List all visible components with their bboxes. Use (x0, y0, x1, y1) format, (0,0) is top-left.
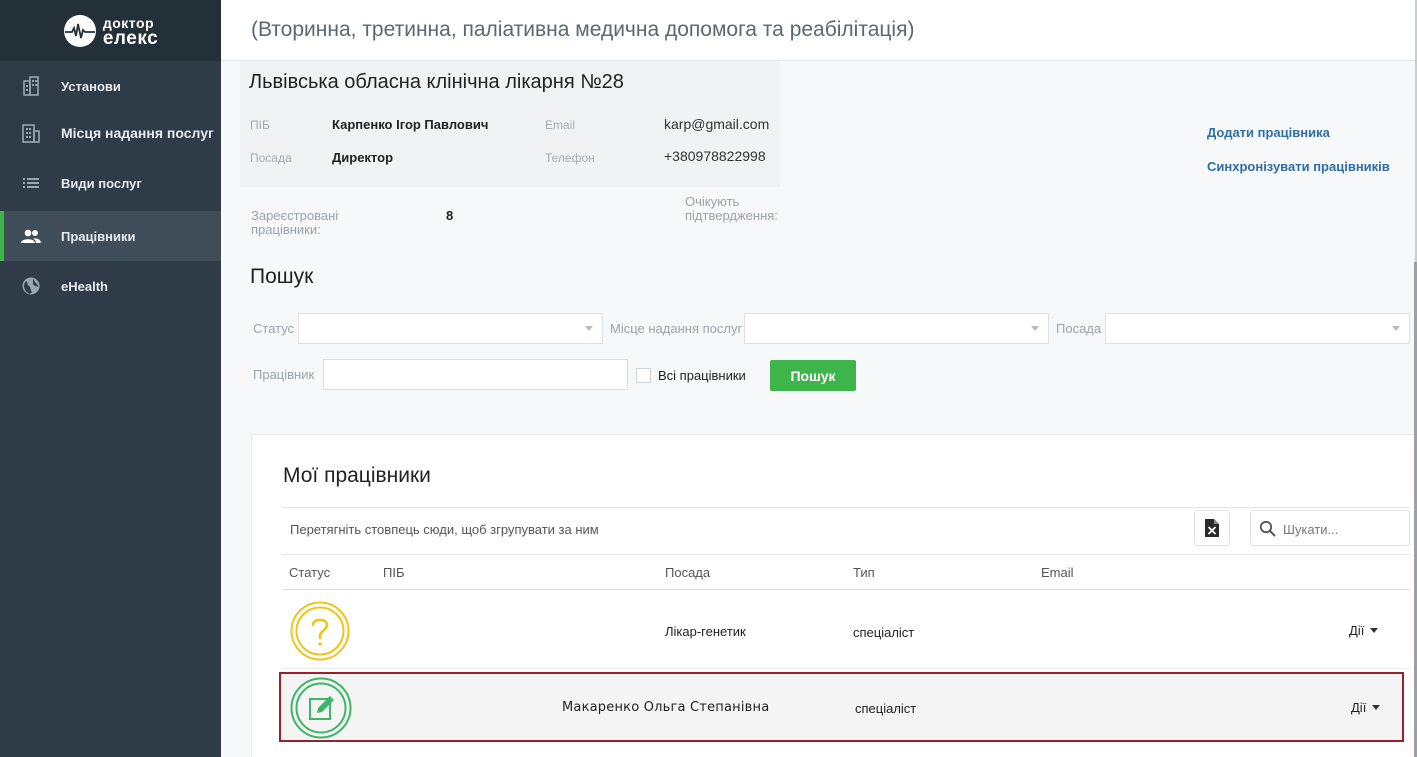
sidebar-item-label: Працівники (61, 228, 136, 244)
email-label: Email (545, 118, 576, 132)
pending-label-line-2: підтвердження: (685, 208, 778, 223)
column-header-type[interactable]: Тип (853, 565, 875, 580)
globe-icon (20, 275, 42, 297)
status-filter-label: Статус (253, 321, 295, 336)
sidebar-item-service-types[interactable]: Види послуг (0, 155, 221, 211)
chevron-down-icon (1031, 326, 1039, 331)
row-type: спеціаліст (853, 625, 915, 640)
group-by-drop-zone[interactable]: Перетягніть стовпець сюди, щоб згрупуват… (282, 507, 1410, 555)
excel-file-icon (1205, 519, 1219, 537)
sidebar-item-institutions[interactable]: Установи (0, 61, 221, 111)
column-header-email[interactable]: Email (1041, 565, 1074, 580)
row-position: Лікар-генетик (665, 624, 746, 639)
brand-line-2: елекс (102, 27, 159, 49)
row-actions-label: Дії (1349, 623, 1365, 638)
sidebar-item-employees[interactable]: Працівники (0, 211, 221, 261)
sidebar-item-label: Місця надання послуг (61, 125, 214, 141)
place-filter-label: Місце надання послуг (610, 321, 743, 336)
registered-employees-count: 8 (446, 208, 454, 223)
organization-card: Львівська обласна клінічна лікарня №28 П… (240, 61, 780, 187)
row-actions-label: Дії (1351, 700, 1367, 715)
brand-name: доктор елекс (102, 15, 159, 49)
search-button[interactable]: Пошук (770, 360, 856, 391)
sidebar-item-ehealth[interactable]: eHealth (0, 261, 221, 311)
add-employee-link[interactable]: Додати працівника (1207, 125, 1390, 140)
all-employees-checkbox[interactable] (636, 368, 651, 383)
brand-logo[interactable]: доктор елекс (63, 14, 158, 48)
head-name-label: ПІБ (250, 118, 270, 132)
search-section-title: Пошук (250, 265, 314, 288)
page-title: (Вторинна, третинна, паліативна медична … (251, 18, 915, 41)
employees-panel-title: Мої працівники (283, 464, 431, 487)
caret-down-icon (1370, 628, 1379, 633)
logo-pulse-icon (63, 14, 96, 47)
position-filter-label: Посада (1056, 321, 1102, 336)
employee-actions: Додати працівника Синхронізувати працівн… (1207, 125, 1390, 193)
column-header-status[interactable]: Статус (289, 565, 330, 580)
main-content: Львівська обласна клінічна лікарня №28 П… (221, 61, 1417, 757)
head-name-value: Карпенко Ігор Павлович (332, 117, 489, 132)
row-actions-dropdown[interactable]: Дії (1351, 700, 1381, 715)
registered-employees-label: Зареєстровані працівники: (251, 209, 338, 237)
sidebar-item-label: Установи (61, 78, 121, 94)
head-position-value: Директор (332, 150, 394, 165)
employee-search-input[interactable] (323, 359, 628, 390)
column-header-position[interactable]: Посада (665, 565, 710, 580)
chevron-down-icon (585, 326, 593, 331)
pending-confirmation-label: Очікують підтвердження: (685, 195, 778, 223)
employees-panel: Мої працівники Перетягніть стовпець сюди… (251, 434, 1417, 757)
row-actions-dropdown[interactable]: Дії (1349, 623, 1379, 638)
question-icon (290, 601, 350, 661)
employee-filter-label: Працівник (253, 367, 315, 382)
list-icon (20, 172, 42, 194)
phone-value: +380978822998 (664, 148, 766, 164)
logo-bar: доктор елекс (0, 0, 221, 61)
status-filter-select[interactable] (298, 313, 603, 344)
position-filter-select[interactable] (1105, 313, 1410, 344)
registered-label-line-2: працівники: (251, 222, 321, 237)
head-position-label: Посада (250, 151, 292, 165)
office-building-icon (20, 122, 42, 144)
building-icon (20, 75, 42, 97)
table-row[interactable]: Лікар-генетик спеціаліст Дії (282, 591, 1410, 669)
all-employees-label: Всі працівники (658, 368, 746, 383)
sidebar-item-label: eHealth (61, 278, 108, 294)
organization-name: Львівська обласна клінічна лікарня №28 (249, 71, 624, 93)
export-excel-button[interactable] (1194, 510, 1230, 546)
sidebar-item-service-places[interactable]: Місця надання послуг (0, 111, 221, 155)
table-row-selected[interactable]: Макаренко Ольга Степанівна спеціаліст Ді… (279, 672, 1404, 742)
page-header: (Вторинна, третинна, паліативна медична … (221, 0, 1417, 61)
sidebar-item-label: Види послуг (61, 175, 142, 191)
row-pib: Макаренко Ольга Степанівна (562, 700, 770, 715)
group-by-hint: Перетягніть стовпець сюди, щоб згрупуват… (290, 522, 599, 537)
people-icon (20, 225, 42, 247)
row-type: спеціаліст (855, 701, 917, 716)
column-header-pib[interactable]: ПІБ (383, 565, 405, 580)
place-filter-select[interactable] (744, 313, 1049, 344)
sidebar-nav: Установи Місця надання послуг Види послу… (0, 61, 221, 311)
email-value: karp@gmail.com (664, 116, 770, 132)
search-icon (1259, 520, 1276, 537)
caret-down-icon (1372, 705, 1381, 710)
grid-header-row: Статус ПІБ Посада Тип Email (282, 555, 1410, 590)
phone-label: Телефон (545, 151, 595, 165)
grid-search-box (1250, 510, 1410, 546)
chevron-down-icon (1392, 326, 1400, 331)
edit-icon (290, 677, 352, 739)
pending-label-line-1: Очікують (685, 194, 740, 209)
sidebar: доктор елекс Установи Місця надання посл… (0, 0, 221, 757)
grid-search-input[interactable] (1283, 519, 1403, 539)
registered-label-line-1: Зареєстровані (251, 208, 339, 223)
sync-employees-link[interactable]: Синхронізувати працівників (1207, 159, 1390, 174)
